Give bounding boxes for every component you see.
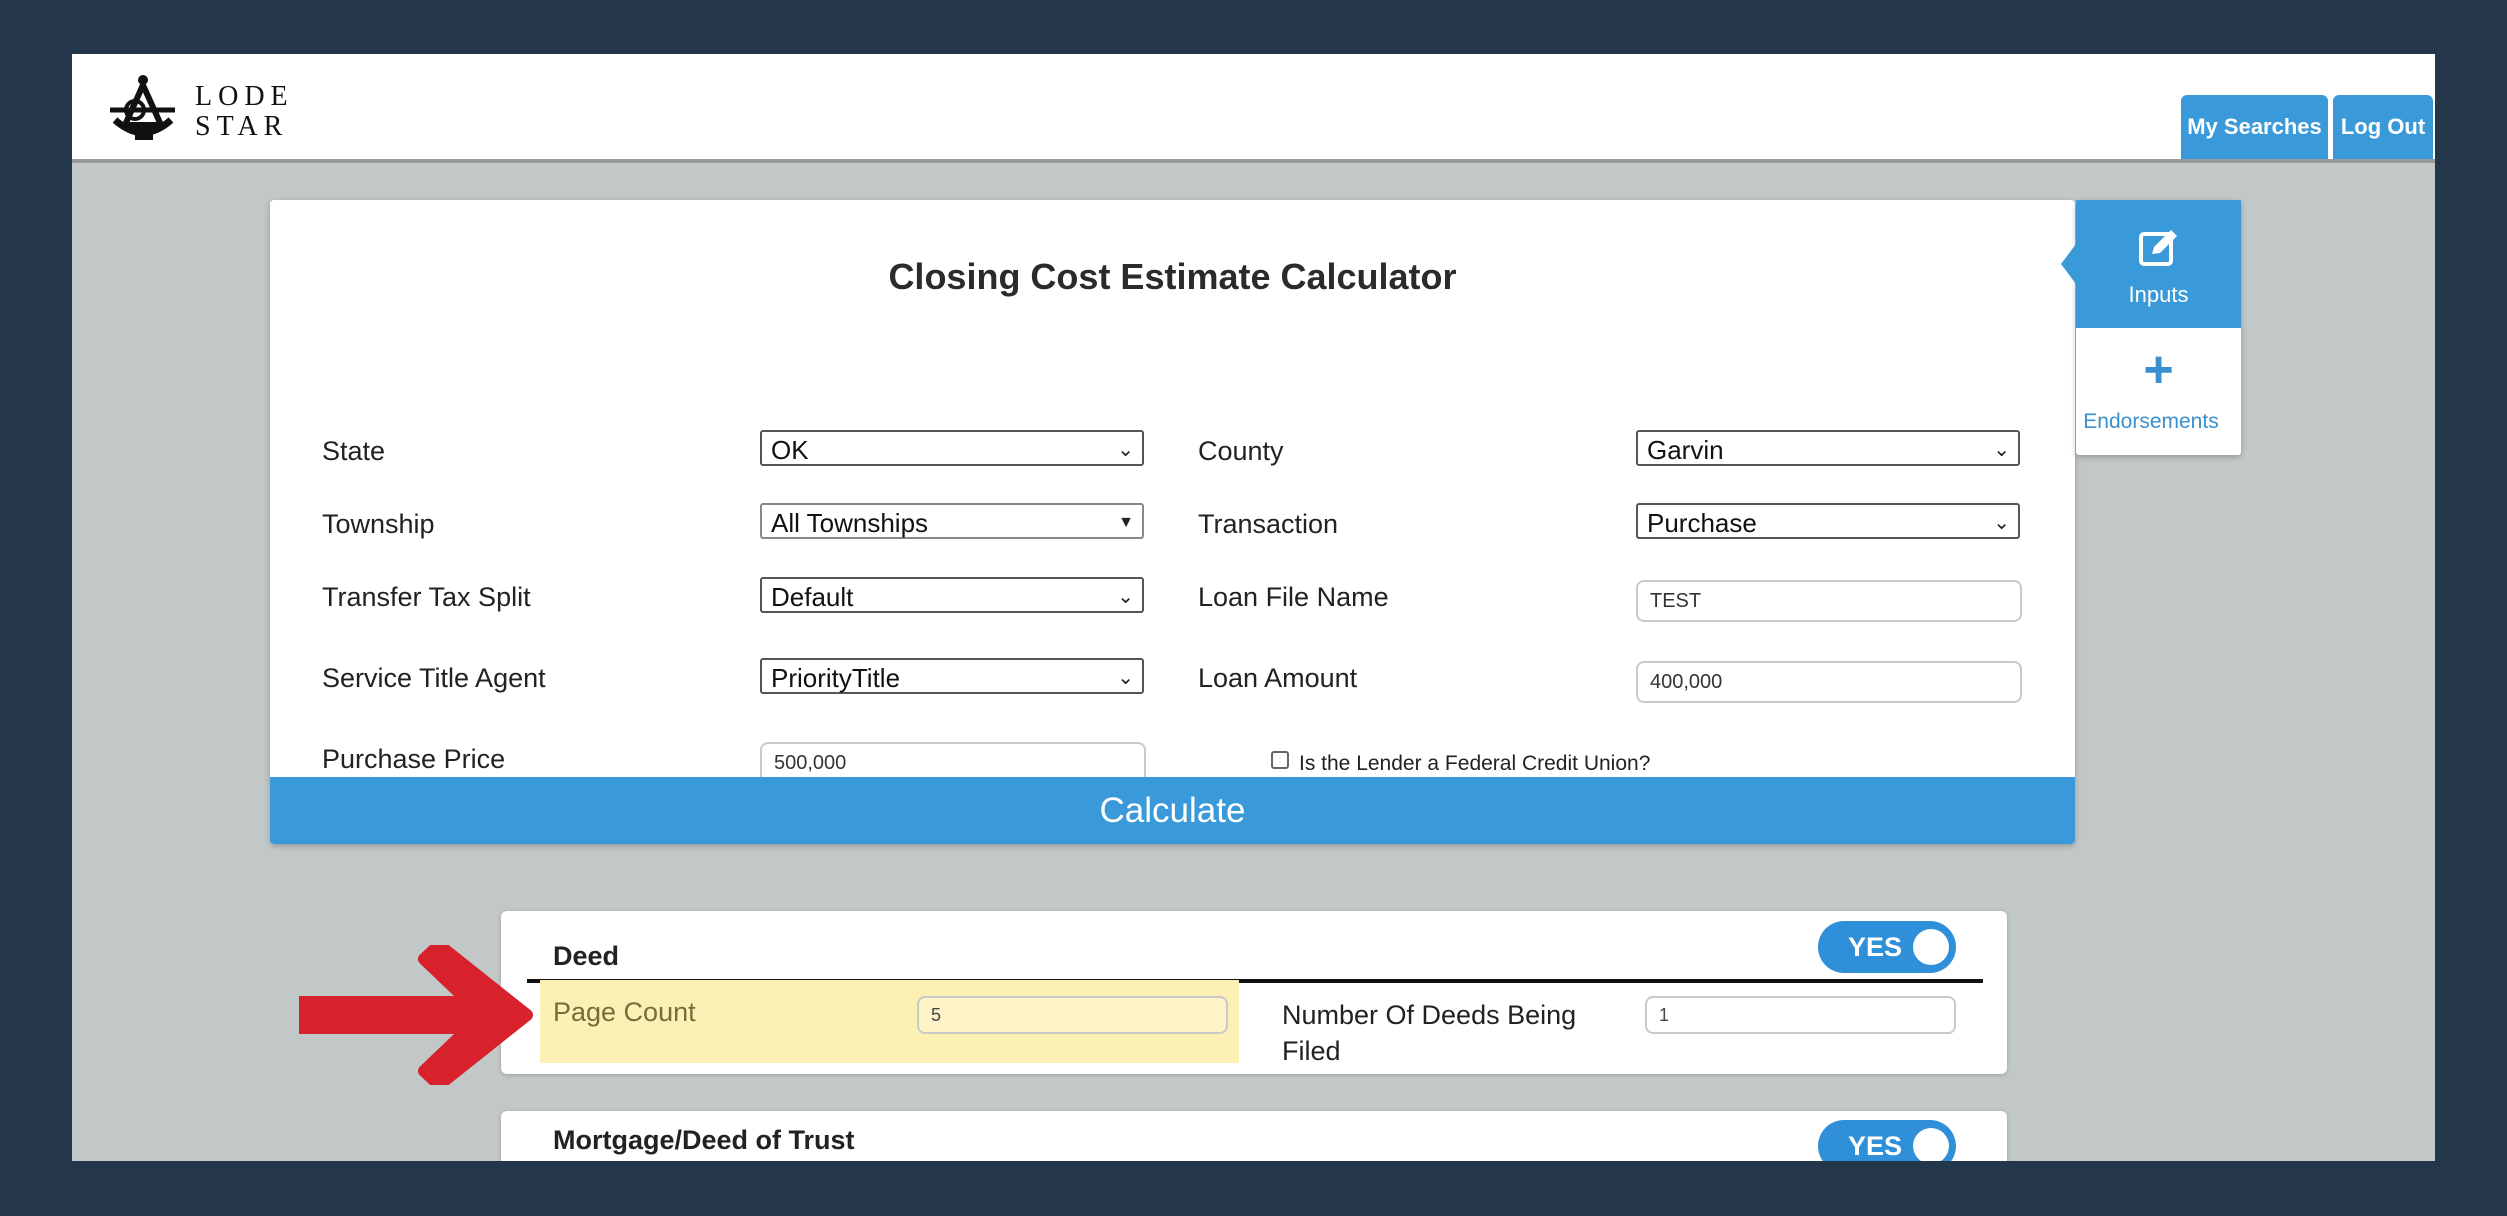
- deed-toggle[interactable]: YES: [1818, 921, 1956, 973]
- township-select[interactable]: All Townships ▼: [760, 503, 1144, 539]
- loan-amount-label: Loan Amount: [1198, 663, 1358, 693]
- state-value: OK: [771, 435, 809, 465]
- plus-icon: +: [2143, 341, 2174, 399]
- mortgage-toggle[interactable]: YES: [1818, 1120, 1956, 1161]
- mortgage-title: Mortgage/Deed of Trust: [553, 1125, 855, 1155]
- side-tabs: Inputs + Endorsements: [2061, 200, 2241, 455]
- chevron-down-icon: ⌄: [1117, 586, 1134, 608]
- caret-down-icon: ▼: [1118, 514, 1134, 531]
- edit-icon: [2139, 230, 2177, 266]
- service-title-agent-label: Service Title Agent: [322, 663, 546, 693]
- logo-text: LODE STAR: [195, 82, 294, 142]
- calculator-card: Closing Cost Estimate Calculator State O…: [270, 200, 2075, 844]
- federal-credit-union-label: Is the Lender a Federal Credit Union?: [1299, 752, 1651, 775]
- page-count-label: Page Count: [553, 997, 696, 1027]
- red-arrow-annotation: [299, 945, 533, 1085]
- loan-file-name-input[interactable]: TEST: [1636, 580, 2022, 622]
- mortgage-toggle-label: YES: [1848, 1131, 1903, 1161]
- logo-text-line2: STAR: [195, 111, 289, 142]
- loan-file-name-label: Loan File Name: [1198, 582, 1389, 612]
- app-window: LODE STAR My Searches Log Out Closing Co…: [72, 54, 2435, 1161]
- top-bar: LODE STAR My Searches Log Out: [72, 54, 2435, 163]
- tab-endorsements[interactable]: + Endorsements: [2076, 328, 2241, 455]
- transaction-value: Purchase: [1647, 508, 1757, 538]
- service-title-agent-value: PriorityTitle: [771, 663, 901, 693]
- page-title: Closing Cost Estimate Calculator: [888, 256, 1457, 297]
- chevron-down-icon: ⌄: [1993, 512, 2010, 534]
- county-label: County: [1198, 436, 1284, 466]
- deed-title: Deed: [553, 941, 620, 971]
- tab-inputs-label: Inputs: [2128, 282, 2189, 307]
- deed-toggle-label: YES: [1848, 932, 1903, 962]
- transfer-tax-split-value: Default: [771, 582, 854, 612]
- toggle-knob: [1913, 1128, 1949, 1161]
- page-count-input[interactable]: 5: [917, 996, 1228, 1034]
- toggle-knob: [1913, 929, 1949, 965]
- deeds-filed-label: Number Of Deeds Being Filed: [1282, 1000, 1577, 1066]
- chevron-down-icon: ⌄: [1993, 439, 2010, 461]
- transfer-tax-split-label: Transfer Tax Split: [322, 582, 531, 612]
- chevron-down-icon: ⌄: [1117, 439, 1134, 461]
- transaction-label: Transaction: [1198, 509, 1339, 539]
- transaction-select[interactable]: Purchase ⌄: [1636, 503, 2020, 539]
- service-title-agent-select[interactable]: PriorityTitle ⌄: [760, 658, 1144, 694]
- calculate-button[interactable]: Calculate: [270, 777, 2075, 844]
- township-value: All Townships: [771, 508, 929, 538]
- purchase-price-label: Purchase Price: [322, 744, 506, 774]
- chevron-down-icon: ⌄: [1117, 667, 1134, 689]
- tab-inputs[interactable]: Inputs: [2061, 200, 2241, 328]
- deeds-filed-input[interactable]: 1: [1645, 996, 1956, 1034]
- state-label: State: [322, 436, 386, 466]
- lodestar-logo[interactable]: LODE STAR: [105, 70, 288, 150]
- township-label: Township: [322, 509, 435, 539]
- county-value: Garvin: [1647, 435, 1724, 465]
- my-searches-button[interactable]: My Searches: [2181, 95, 2328, 159]
- loan-amount-input[interactable]: 400,000: [1636, 661, 2022, 703]
- sextant-icon: [110, 75, 175, 140]
- logo-text-line1: LODE: [195, 81, 294, 112]
- federal-credit-union-checkbox[interactable]: [1271, 751, 1289, 769]
- log-out-button[interactable]: Log Out: [2333, 95, 2433, 159]
- mortgage-section: Mortgage/Deed of Trust YES: [501, 1111, 2007, 1161]
- transfer-tax-split-select[interactable]: Default ⌄: [760, 577, 1144, 613]
- state-select[interactable]: OK ⌄: [760, 430, 1144, 466]
- county-select[interactable]: Garvin ⌄: [1636, 430, 2020, 466]
- tab-endorsements-label: Endorsements: [2083, 410, 2219, 433]
